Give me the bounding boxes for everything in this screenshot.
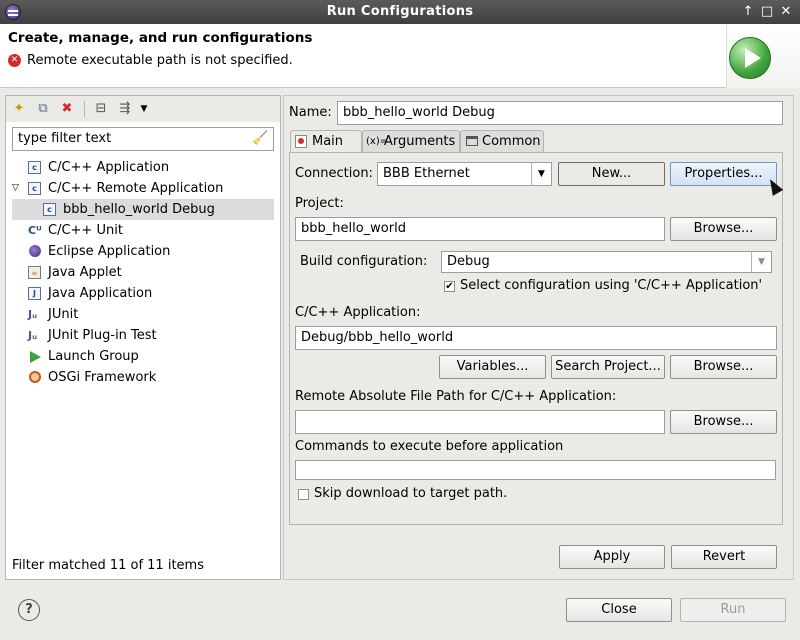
properties-button[interactable]: Properties... xyxy=(670,162,777,186)
applet-icon: ☕ xyxy=(28,266,41,279)
connection-combo[interactable]: BBB Ethernet ▼ xyxy=(377,162,552,186)
tree-item-label: C/C++ Remote Application xyxy=(48,181,224,196)
project-label: Project: xyxy=(295,196,344,211)
skip-download-checkbox[interactable] xyxy=(298,489,309,500)
revert-button[interactable]: Revert xyxy=(671,545,777,569)
apply-button[interactable]: Apply xyxy=(559,545,665,569)
restore-icon[interactable]: □ xyxy=(759,3,775,21)
project-input[interactable]: bbb_hello_world xyxy=(295,217,665,241)
browse-application-button[interactable]: Browse... xyxy=(670,355,777,379)
eclipse-icon xyxy=(29,245,41,257)
new-connection-button[interactable]: New... xyxy=(558,162,665,186)
new-configuration-icon[interactable]: ✦ xyxy=(10,100,28,118)
launch-icon xyxy=(30,351,41,363)
c-file-icon: c xyxy=(28,182,41,195)
duplicate-icon[interactable]: ⧉ xyxy=(34,100,52,118)
c-file-icon: c xyxy=(43,203,56,216)
common-tab-icon xyxy=(466,136,478,146)
connection-value: BBB Ethernet xyxy=(383,166,470,181)
tab-arguments[interactable]: (x)= Arguments xyxy=(362,130,460,152)
tab-label: Arguments xyxy=(384,134,456,149)
remote-path-input[interactable] xyxy=(295,410,665,434)
eclipse-logo-icon xyxy=(5,4,21,20)
tab-common[interactable]: Common xyxy=(460,130,544,152)
toolbar-divider xyxy=(84,101,85,117)
filter-input[interactable]: type filter text xyxy=(12,127,274,151)
tree-item-label: OSGi Framework xyxy=(48,370,157,385)
connection-label: Connection: xyxy=(295,166,373,181)
cpp-application-input[interactable]: Debug/bbb_hello_world xyxy=(295,326,777,350)
c-file-icon: c xyxy=(28,161,41,174)
tab-label: Main xyxy=(312,134,344,149)
maximize-up-icon[interactable]: ↑ xyxy=(740,3,756,21)
tree-item-label: JUnit xyxy=(48,307,79,322)
select-config-label: Select configuration using 'C/C++ Applic… xyxy=(460,278,763,293)
tab-label: Common xyxy=(482,134,541,149)
banner-title: Create, manage, and run configurations xyxy=(8,30,313,46)
osgi-icon xyxy=(29,371,41,383)
window-title: Run Configurations xyxy=(326,4,474,19)
junit-plugin-icon: Jᵤ xyxy=(28,329,38,342)
commands-label: Commands to execute before application xyxy=(295,439,564,454)
skip-download-label: Skip download to target path. xyxy=(314,486,508,501)
tree-item-label: Java Application xyxy=(48,286,153,301)
cpp-unit-icon: Cᵁ xyxy=(28,224,42,237)
tree-item-label: Java Applet xyxy=(48,265,122,280)
commands-input[interactable] xyxy=(295,460,776,480)
browse-remote-path-button[interactable]: Browse... xyxy=(670,410,777,434)
main-tab-icon xyxy=(295,135,307,148)
cpp-application-label: C/C++ Application: xyxy=(295,305,421,320)
run-large-icon xyxy=(729,37,771,79)
name-input[interactable]: bbb_hello_world Debug xyxy=(337,101,783,125)
chevron-down-icon: ▼ xyxy=(751,252,771,272)
view-menu-chevron-down-icon[interactable]: ▼ xyxy=(138,100,150,118)
remote-path-label: Remote Absolute File Path for C/C++ Appl… xyxy=(295,389,617,404)
select-config-checkbox[interactable]: ✔ xyxy=(444,281,455,292)
tree-item-label: Launch Group xyxy=(48,349,139,364)
name-label: Name: xyxy=(289,105,332,120)
tab-main[interactable]: Main xyxy=(290,130,362,153)
title-bar: Run Configurations xyxy=(0,0,800,24)
error-icon: ✕ xyxy=(8,54,21,67)
chevron-down-icon: ▼ xyxy=(531,163,551,185)
close-button[interactable]: Close xyxy=(566,598,672,622)
filter-status-text: Filter matched 11 of 11 items xyxy=(12,558,204,573)
tree-item-label: C/C++ Unit xyxy=(48,223,123,238)
error-message: Remote executable path is not specified. xyxy=(27,53,293,68)
build-configuration-combo[interactable]: Debug ▼ xyxy=(441,251,772,273)
delete-icon[interactable]: ✖ xyxy=(58,100,76,118)
variables-button[interactable]: Variables... xyxy=(439,355,546,379)
close-window-icon[interactable]: ✕ xyxy=(778,3,794,21)
arguments-icon: (x)= xyxy=(366,136,389,147)
expand-chevron-down-icon[interactable]: ▽ xyxy=(12,183,19,193)
filter-icon[interactable]: ⇶ xyxy=(116,100,134,118)
help-icon[interactable]: ? xyxy=(18,599,40,621)
build-configuration-value: Debug xyxy=(447,254,490,269)
browse-project-button[interactable]: Browse... xyxy=(670,217,777,241)
clear-filter-icon[interactable]: 🧹 xyxy=(252,131,270,147)
collapse-all-icon[interactable]: ⊟ xyxy=(92,100,110,118)
tree-item-label: bbb_hello_world Debug xyxy=(63,202,215,217)
search-project-button[interactable]: Search Project... xyxy=(551,355,665,379)
run-button[interactable]: Run xyxy=(680,598,786,622)
tree-item-label: C/C++ Application xyxy=(48,160,170,175)
build-configuration-label: Build configuration: xyxy=(300,254,428,269)
tree-item-label: JUnit Plug-in Test xyxy=(48,328,157,343)
tree-item-label: Eclipse Application xyxy=(48,244,171,259)
java-file-icon: J xyxy=(28,287,41,300)
junit-icon: Jᵤ xyxy=(28,308,38,321)
